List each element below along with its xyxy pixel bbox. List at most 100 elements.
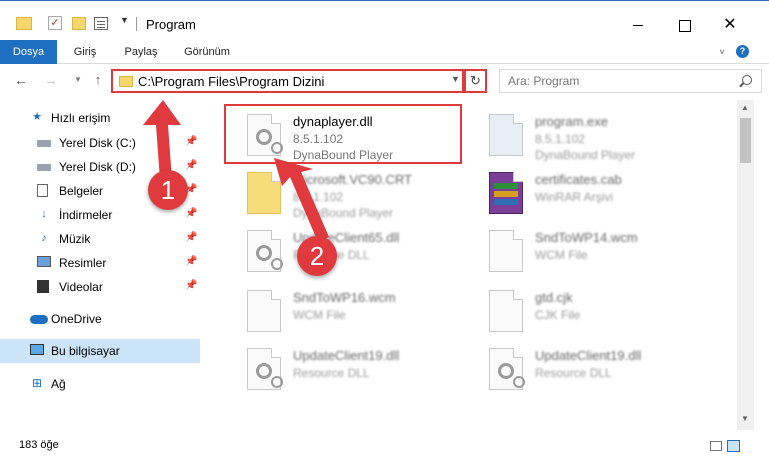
file-type: Resource DLL [535,366,612,380]
sidebar-item-videos[interactable]: Videolar 📌 [0,275,200,299]
search-box[interactable]: Ara: Program [499,69,762,93]
help-icon[interactable]: ? [736,45,749,58]
file-type: WCM File [293,308,346,322]
winrar-icon [489,172,523,214]
sidebar-item-label: İndirmeler [59,208,113,222]
dll-gear-icon [489,348,525,390]
ribbon-expand-icon[interactable]: ˅ [716,46,728,58]
up-arrow-icon[interactable]: ↑ [90,72,106,88]
search-icon[interactable] [742,75,752,85]
sidebar-item-label: Ağ [51,377,66,391]
annotation-step-2: 2 [297,236,337,276]
sidebar-item-label: Müzik [59,232,91,246]
sidebar-item-label: Bu bilgisayar [51,344,120,358]
sidebar-item-label: Belgeler [59,184,104,198]
navigation-pane: ★ Hızlı erişim Yerel Disk (C:) 📌 Yerel D… [0,100,200,430]
drive-icon [37,140,51,147]
close-button[interactable]: ✕ [707,11,753,39]
file-item[interactable]: UpdateClient19.dll Resource DLL [467,340,697,398]
minimize-button[interactable] [615,11,661,39]
pin-icon[interactable]: 📌 [185,136,197,147]
file-item[interactable]: gtd.cjk CJK File [467,282,697,340]
file-item[interactable]: UpdateClient19.dll Resource DLL [225,340,455,398]
chevron-down-icon[interactable]: ▼ [451,74,460,84]
chevron-down-icon[interactable]: ▼ [120,15,129,33]
sidebar-item-local-disk-c[interactable]: Yerel Disk (C:) 📌 [0,131,200,155]
file-name: Microsoft.VC90.CRT [293,172,412,187]
vertical-scrollbar[interactable]: ▲ ▼ [737,100,754,430]
drive-icon [37,164,51,171]
file-icon [489,230,523,272]
dll-gear-icon [247,348,283,390]
file-description: DynaBound Player [293,206,394,220]
forward-arrow-icon[interactable]: → [43,72,59,88]
tab-file[interactable]: Dosya [0,40,57,64]
sidebar-item-network[interactable]: ⊞ Ağ [0,372,200,396]
tab-share[interactable]: Paylaş [118,40,164,64]
pin-icon[interactable]: 📌 [185,280,197,291]
tab-home[interactable]: Giriş [66,40,104,64]
maximize-button[interactable] [661,11,707,39]
refresh-button[interactable]: ↻ [464,69,487,93]
file-version: 8.5.1.102 [293,190,344,204]
file-version: 8.5.1.102 [535,132,586,146]
file-item[interactable]: program.exe 8.5.1.102 DynaBound Player [467,106,697,164]
tiles-view-icon[interactable] [727,440,740,452]
sidebar-item-pictures[interactable]: Resimler 📌 [0,251,200,275]
file-name: program.exe [535,114,608,129]
tab-view[interactable]: Görünüm [178,40,236,64]
scroll-down-icon[interactable]: ▼ [741,414,749,423]
annotation-step-1: 1 [148,170,188,210]
file-item[interactable]: SndToWP14.wcm WCM File [467,222,697,280]
star-icon: ★ [32,111,42,123]
file-item[interactable]: SndToWP16.wcm WCM File [225,282,455,340]
scroll-up-icon[interactable]: ▲ [741,103,749,112]
file-type: WinRAR Arşivi [535,190,614,204]
sidebar-item-label: OneDrive [51,312,102,326]
file-type: CJK File [535,308,581,322]
sidebar-item-onedrive[interactable]: OneDrive [0,307,200,331]
download-icon: ↓ [41,208,47,220]
file-type: WCM File [535,248,588,262]
folder-icon [247,172,281,214]
file-item[interactable]: UpdateClient65.dll Resource DLL [225,222,455,280]
folder-icon [119,76,133,87]
status-bar: 183 öğe [0,430,769,473]
title-bar: ✓ ▼ Program ✕ [0,0,769,40]
file-item[interactable]: Microsoft.VC90.CRT 8.5.1.102 DynaBound P… [225,164,455,222]
pin-icon[interactable]: 📌 [185,208,197,219]
file-type: Resource DLL [293,366,370,380]
new-folder-icon[interactable] [72,17,86,30]
video-icon [37,280,49,293]
pin-icon[interactable]: 📌 [185,232,197,243]
details-view-icon[interactable] [710,441,722,451]
file-name: certificates.cab [535,172,622,187]
scrollbar-thumb[interactable] [740,118,751,163]
address-path[interactable]: C:\Program Files\Program Dizini [138,74,324,89]
item-count: 183 öğe [19,439,59,451]
pictures-icon [37,256,51,267]
pin-icon[interactable]: 📌 [185,256,197,267]
file-description: DynaBound Player [535,148,636,162]
computer-icon [30,344,44,355]
document-icon [37,184,48,197]
sidebar-item-label: Hızlı erişim [51,111,111,125]
sidebar-item-quick-access[interactable]: ★ Hızlı erişim [0,106,200,130]
properties-check-icon[interactable]: ✓ [48,16,62,30]
sidebar-item-label: Yerel Disk (D:) [59,160,136,174]
recent-locations-chevron-icon[interactable]: ▼ [70,72,86,88]
title-separator [136,17,137,31]
highlight-box [224,104,462,164]
properties-icon[interactable] [94,17,108,30]
pin-icon[interactable]: 📌 [185,160,197,171]
address-bar[interactable]: C:\Program Files\Program Dizini ▼ [111,69,464,93]
sidebar-item-music[interactable]: ♪ Müzik 📌 [0,227,200,251]
file-name: UpdateClient19.dll [293,348,400,363]
back-arrow-icon[interactable]: ← [13,72,29,88]
file-name: gtd.cjk [535,290,573,305]
file-item[interactable]: certificates.cab WinRAR Arşivi [467,164,697,222]
file-name: SndToWP14.wcm [535,230,638,245]
sidebar-item-this-pc[interactable]: Bu bilgisayar [0,339,200,363]
search-input[interactable]: Ara: Program [508,74,579,88]
dll-gear-icon [247,230,283,272]
